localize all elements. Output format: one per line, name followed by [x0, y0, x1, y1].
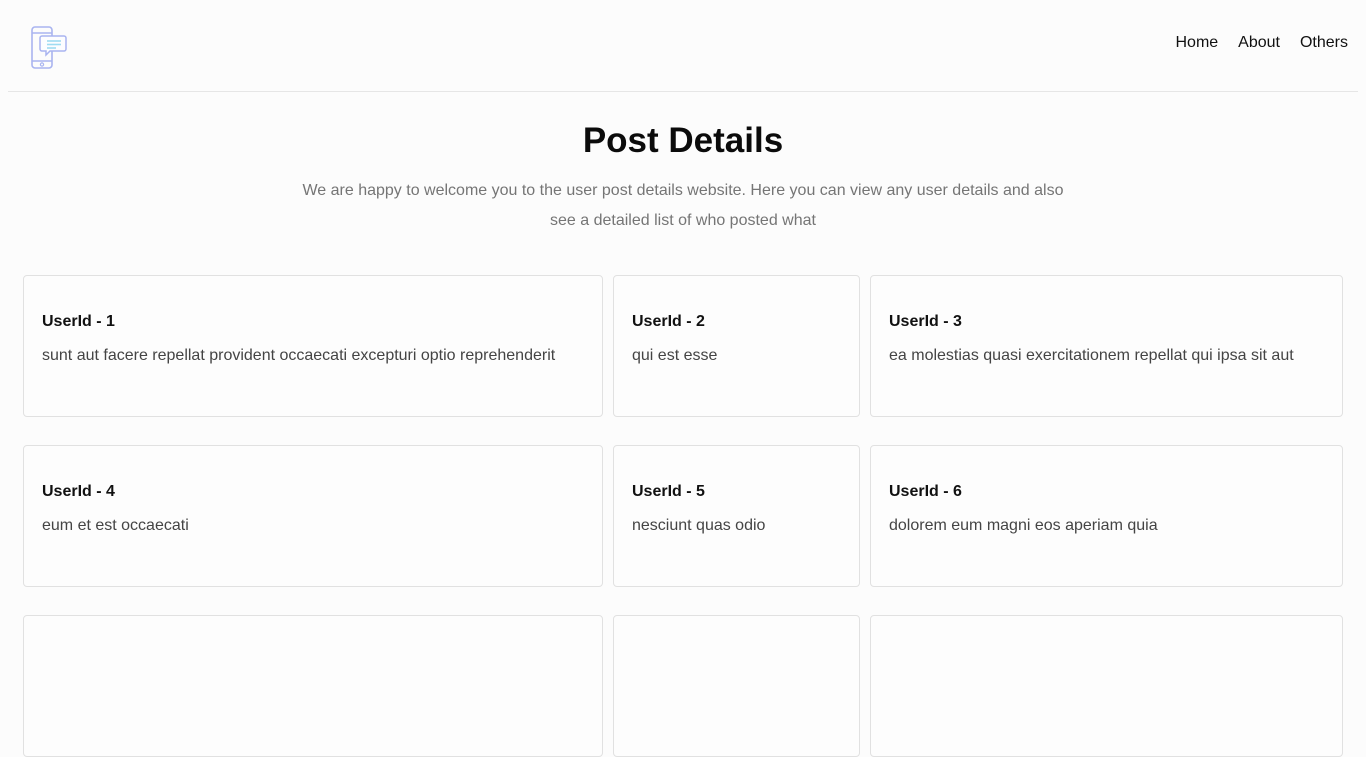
post-title: dolorem eum magni eos aperiam quia	[889, 517, 1158, 534]
post-title: nesciunt quas odio	[632, 517, 766, 534]
post-card[interactable]: UserId - 4 eum et est occaecati	[23, 445, 603, 587]
post-title: eum et est occaecati	[42, 517, 189, 534]
post-card[interactable]	[613, 615, 860, 757]
post-title: ea molestias quasi exercitationem repell…	[889, 347, 1294, 364]
chat-phone-logo-icon[interactable]	[30, 26, 68, 70]
page-subtitle: We are happy to welcome you to the user …	[302, 182, 1064, 229]
post-card[interactable]: UserId - 2 qui est esse	[613, 275, 860, 417]
hero-section: Post Details We are happy to welcome you…	[0, 120, 1366, 236]
post-user-id: UserId - 6	[889, 483, 962, 500]
post-card[interactable]: UserId - 5 nesciunt quas odio	[613, 445, 860, 587]
post-user-id: UserId - 4	[42, 483, 115, 500]
post-card[interactable]: UserId - 6 dolorem eum magni eos aperiam…	[870, 445, 1343, 587]
nav-about-link[interactable]: About	[1238, 33, 1280, 53]
page-title: Post Details	[582, 121, 784, 160]
post-user-id: UserId - 2	[632, 313, 705, 330]
post-user-id: UserId - 5	[632, 483, 705, 500]
post-card[interactable]: UserId - 1 sunt aut facere repellat prov…	[23, 275, 603, 417]
post-card[interactable]: UserId - 3 ea molestias quasi exercitati…	[870, 275, 1343, 417]
nav-others-link[interactable]: Others	[1300, 33, 1348, 53]
post-card[interactable]	[23, 615, 603, 757]
post-user-id: UserId - 1	[42, 313, 115, 330]
post-user-id: UserId - 3	[889, 313, 962, 330]
main-nav: Home About Others	[1175, 33, 1348, 53]
post-title: sunt aut facere repellat provident occae…	[42, 347, 556, 364]
post-title: qui est esse	[632, 347, 718, 364]
nav-home-link[interactable]: Home	[1175, 33, 1218, 53]
post-card[interactable]	[870, 615, 1343, 757]
site-header: Home About Others	[8, 0, 1358, 92]
